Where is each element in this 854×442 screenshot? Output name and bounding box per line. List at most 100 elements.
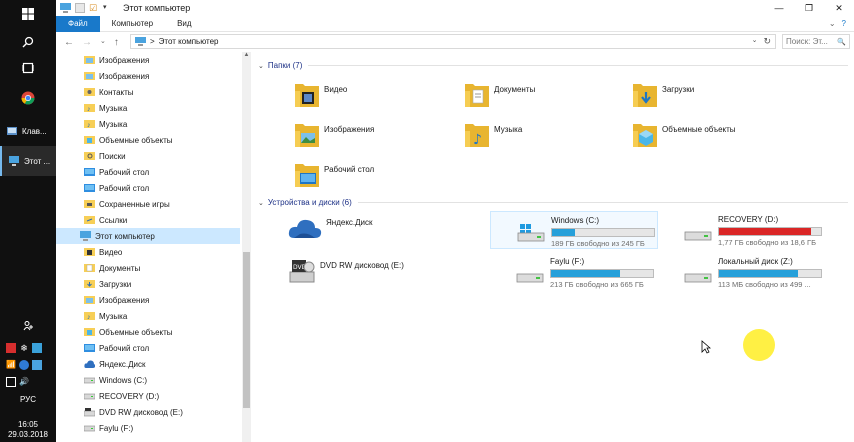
dvd-drive-tile[interactable]: DVD DVD RW дисковод (E:) xyxy=(288,258,404,284)
customize-qa-icon[interactable]: ▾ xyxy=(103,3,113,13)
tab-computer[interactable]: Компьютер xyxy=(100,16,165,32)
music-icon: ♪ xyxy=(84,103,95,113)
nav-item[interactable]: Документы xyxy=(56,260,240,276)
nav-item[interactable]: RECOVERY (D:) xyxy=(56,388,240,404)
nav-item[interactable]: Поиски xyxy=(56,148,240,164)
nav-item[interactable]: ♪ Музыка xyxy=(56,308,240,324)
drive-icon xyxy=(83,423,96,433)
nav-item[interactable]: Сохраненные игры xyxy=(56,196,240,212)
yandex-disk-icon xyxy=(84,359,96,369)
battery-icon[interactable] xyxy=(6,377,16,387)
folder-tile[interactable]: Объемные объекты xyxy=(632,120,736,148)
close-button[interactable]: ✕ xyxy=(824,0,854,16)
drive-usage-fill xyxy=(552,229,576,236)
saved-games-icon xyxy=(84,199,95,209)
taskbar-app-keyboard[interactable]: Клав... xyxy=(0,116,56,146)
nav-item[interactable]: DVD RW дисковод (E:) xyxy=(56,404,240,420)
nav-item[interactable]: Объемные объекты xyxy=(56,132,240,148)
chevron-down-icon[interactable]: ⌄ xyxy=(829,19,836,28)
folder-tile[interactable]: Документы xyxy=(464,80,535,108)
folders-group-header[interactable]: ⌄ Папки (7) xyxy=(258,61,848,70)
nav-item[interactable]: Faylu (F:) xyxy=(56,420,240,436)
folder-tile[interactable]: Загрузки xyxy=(632,80,694,108)
scrollbar-thumb[interactable] xyxy=(243,252,250,408)
drive-tile[interactable]: Локальный диск (Z:) 113 МБ свободно из 49… xyxy=(658,253,826,291)
folder-tile[interactable]: Изображения xyxy=(294,120,374,148)
search-input[interactable]: Поиск: Эт... 🔍 xyxy=(782,34,850,49)
scroll-up-icon[interactable]: ▲ xyxy=(242,52,251,61)
address-bar[interactable]: > Этот компьютер ⌄ ↻ xyxy=(130,34,776,49)
app-tray-icon[interactable] xyxy=(32,343,42,353)
folder-tile[interactable]: Видео xyxy=(294,80,347,108)
breadcrumb-this-pc[interactable]: Этот компьютер xyxy=(159,37,219,46)
breadcrumb-separator[interactable]: > xyxy=(150,37,155,46)
up-arrow-icon[interactable]: ↑ xyxy=(114,37,119,48)
people-button[interactable] xyxy=(0,318,56,332)
refresh-icon[interactable]: ↻ xyxy=(763,36,771,47)
network-icon[interactable]: 📶 xyxy=(6,360,16,370)
volume-icon[interactable]: 🔊 xyxy=(19,377,29,387)
nav-item[interactable]: ♪ Музыка xyxy=(56,116,240,132)
nav-item[interactable]: Изображения xyxy=(56,292,240,308)
task-view-button[interactable] xyxy=(0,58,56,78)
nav-item[interactable]: Яндекс.Диск xyxy=(56,356,240,372)
folder-label: Изображения xyxy=(324,124,375,134)
tab-file[interactable]: Файл xyxy=(56,15,100,32)
this-pc-app-icon xyxy=(9,156,19,166)
properties-icon[interactable] xyxy=(75,3,85,13)
help-icon[interactable]: ? xyxy=(842,19,846,28)
devices-group-header[interactable]: ⌄ Устройства и диски (6) xyxy=(258,198,848,207)
nav-item[interactable]: Изображения xyxy=(56,68,240,84)
snowflake-icon[interactable]: ❄ xyxy=(19,343,29,353)
chrome-taskbar-button[interactable] xyxy=(0,88,56,108)
folder-tile[interactable]: ♪ Музыка xyxy=(464,120,522,148)
taskbar-app-this-pc[interactable]: Этот ... xyxy=(0,146,56,176)
language-indicator[interactable]: РУС xyxy=(0,395,56,404)
folder-label: Загрузки xyxy=(662,84,695,94)
checkmark-icon[interactable]: ☑ xyxy=(89,3,99,13)
back-arrow-icon[interactable]: ← xyxy=(64,37,74,48)
history-chevron-icon[interactable]: ⌄ xyxy=(752,36,758,47)
bluetooth-icon[interactable] xyxy=(19,360,29,370)
nav-item[interactable]: Контакты xyxy=(56,84,240,100)
start-button[interactable] xyxy=(0,4,56,24)
nav-item-label: Этот компьютер xyxy=(95,231,155,241)
nav-item[interactable]: Ссылки xyxy=(56,212,240,228)
nav-item[interactable]: Видео xyxy=(56,244,240,260)
nav-item-label: Faylu (F:) xyxy=(99,423,134,433)
nav-item-label: Рабочий стол xyxy=(99,183,150,193)
search-button[interactable] xyxy=(0,32,56,52)
yandex-disk-tile[interactable]: Яндекс.Диск xyxy=(288,216,373,242)
forward-arrow-icon[interactable]: → xyxy=(82,37,92,48)
nav-item[interactable]: Рабочий стол xyxy=(56,340,240,356)
nav-item[interactable]: Изображения xyxy=(56,52,240,68)
drive-tile[interactable]: Faylu (F:) 213 ГБ свободно из 665 ГБ xyxy=(490,253,658,291)
nav-item[interactable]: Рабочий стол xyxy=(56,164,240,180)
folder-label: Объемные объекты xyxy=(662,124,736,134)
nav-item[interactable]: Windows (C:) xyxy=(56,372,240,388)
antivirus-icon[interactable] xyxy=(6,343,16,353)
desktop-icon xyxy=(84,343,95,353)
drive-tile[interactable]: Windows (C:) 189 ГБ свободно из 245 ГБ xyxy=(490,211,658,249)
drive-tile[interactable]: RECOVERY (D:) 1,77 ГБ свободно из 18,6 ГБ xyxy=(658,211,826,249)
pictures-icon xyxy=(84,71,95,81)
nav-item[interactable]: Рабочий стол xyxy=(56,180,240,196)
taskbar-clock[interactable]: 16:05 29.03.2018 xyxy=(0,420,56,440)
nav-item[interactable]: ♪ Музыка xyxy=(56,100,240,116)
folder-label: Документы xyxy=(494,84,536,94)
folder-label: Рабочий стол xyxy=(324,164,375,174)
display-tray-icon[interactable] xyxy=(32,360,42,370)
maximize-button[interactable]: ❐ xyxy=(794,0,824,16)
quick-access-toolbar: ☑ ▾ xyxy=(56,3,113,13)
this-pc-icon xyxy=(80,231,91,241)
navigation-scrollbar[interactable]: ▲ xyxy=(242,52,251,442)
task-view-icon xyxy=(22,62,34,74)
nav-item[interactable]: Этот компьютер xyxy=(56,228,240,244)
tab-view[interactable]: Вид xyxy=(165,16,203,32)
folder-tile[interactable]: Рабочий стол xyxy=(294,160,374,188)
nav-item[interactable]: Объемные объекты xyxy=(56,324,240,340)
recent-chevron-icon[interactable]: ⌄ xyxy=(100,37,106,48)
minimize-button[interactable]: — xyxy=(764,0,794,16)
this-pc-title-icon xyxy=(60,3,71,13)
nav-item[interactable]: Загрузки xyxy=(56,276,240,292)
